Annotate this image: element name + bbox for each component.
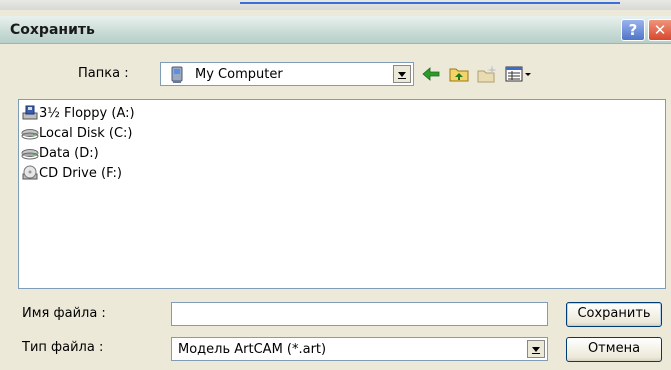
- computer-icon: [171, 66, 183, 83]
- back-arrow-icon[interactable]: [420, 64, 442, 84]
- help-button[interactable]: ?: [621, 19, 645, 41]
- cancel-button[interactable]: Отмена: [566, 337, 662, 362]
- filename-input[interactable]: [171, 302, 548, 326]
- file-name: Data (D:): [39, 146, 99, 161]
- filetype-dropdown[interactable]: Модель ArtCAM (*.art): [171, 337, 548, 361]
- chevron-down-icon[interactable]: [527, 340, 545, 358]
- floppy-drive-icon: [22, 105, 38, 120]
- title-bar[interactable]: Сохранить ? ✕: [0, 16, 671, 44]
- view-menu-icon[interactable]: [504, 64, 534, 84]
- new-folder-icon[interactable]: [476, 64, 498, 84]
- dialog-title: Сохранить: [10, 22, 95, 38]
- background-window-strip: [0, 0, 671, 10]
- save-dialog: Сохранить ? ✕ Папка : My Computer 3½ Flo…: [0, 10, 671, 370]
- folder-dropdown[interactable]: My Computer: [160, 62, 414, 86]
- folder-label: Папка :: [78, 66, 129, 81]
- hard-disk-icon: [21, 149, 39, 160]
- up-folder-icon[interactable]: [448, 64, 470, 84]
- folder-value: My Computer: [195, 67, 283, 82]
- close-button[interactable]: ✕: [648, 19, 671, 41]
- filename-label: Имя файла :: [22, 306, 106, 321]
- background-window-accent: [240, 2, 620, 8]
- file-name: CD Drive (F:): [39, 166, 123, 181]
- chevron-down-icon[interactable]: [393, 65, 411, 83]
- filetype-label: Тип файла :: [22, 340, 104, 355]
- filetype-value: Модель ArtCAM (*.art): [178, 342, 327, 357]
- save-button[interactable]: Сохранить: [566, 302, 662, 327]
- cd-drive-icon: [22, 165, 38, 180]
- file-name: 3½ Floppy (A:): [39, 106, 135, 121]
- hard-disk-icon: [21, 129, 39, 140]
- file-name: Local Disk (C:): [39, 126, 133, 141]
- file-list[interactable]: 3½ Floppy (A:) Local Disk (C:) Data (D:): [18, 99, 666, 289]
